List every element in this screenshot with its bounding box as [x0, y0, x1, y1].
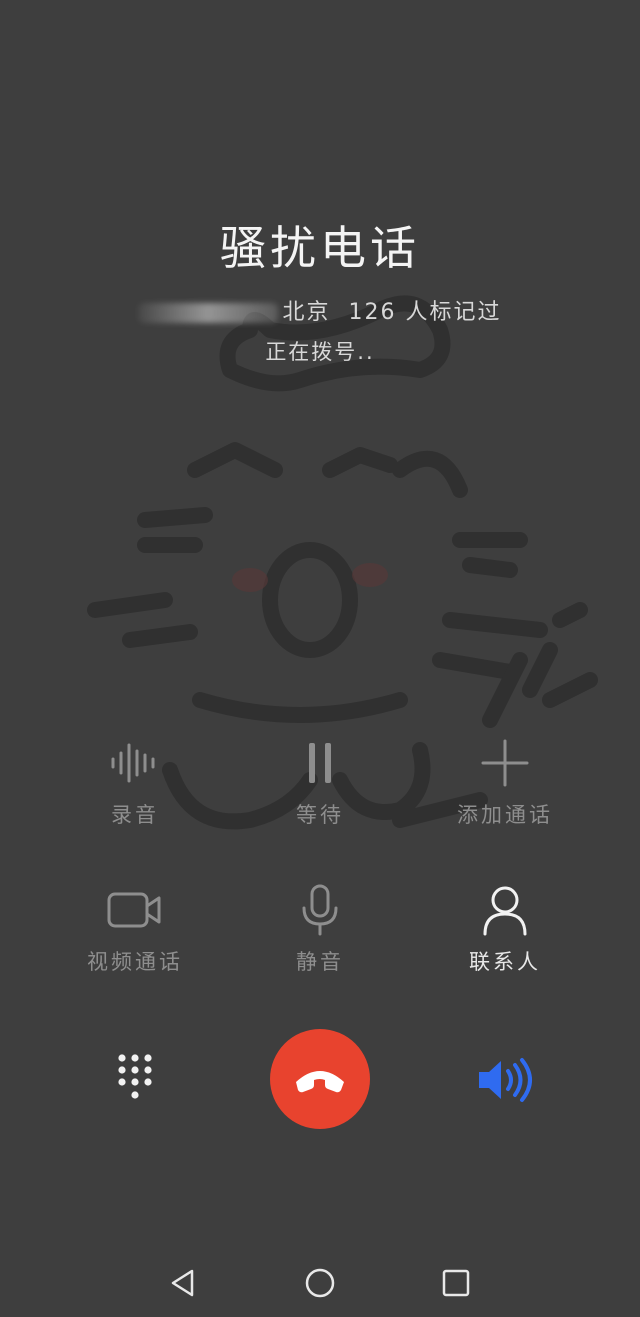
add-call-label: 添加通话 — [457, 803, 553, 827]
dialpad-button[interactable] — [110, 1052, 160, 1104]
plus-icon — [481, 739, 529, 787]
video-call-label: 视频通话 — [87, 950, 183, 974]
record-label: 录音 — [111, 803, 159, 827]
contacts-button[interactable]: 联系人 — [425, 882, 585, 976]
hold-label: 等待 — [296, 803, 344, 827]
caller-location: 北京 — [282, 300, 331, 325]
speaker-icon — [479, 1058, 532, 1102]
microphone-icon — [302, 884, 338, 936]
recents-icon[interactable] — [441, 1268, 471, 1298]
speaker-button[interactable] — [475, 1057, 535, 1103]
pause-icon — [309, 743, 331, 783]
video-camera-icon — [107, 892, 161, 928]
hold-button[interactable]: 等待 — [240, 735, 400, 829]
call-status: 正在拨号.. — [265, 340, 375, 364]
contacts-label: 联系人 — [469, 950, 541, 974]
video-call-button[interactable]: 视频通话 — [55, 882, 215, 976]
mute-button[interactable]: 静音 — [240, 882, 400, 976]
dialpad-icon — [118, 1054, 152, 1099]
add-call-button[interactable]: 添加通话 — [425, 735, 585, 829]
mute-label: 静音 — [296, 950, 344, 974]
person-icon — [483, 886, 527, 936]
end-call-button[interactable] — [270, 1029, 370, 1129]
caller-mark-info: 126 人标记过 — [348, 300, 502, 325]
caller-info: 北京 126 人标记过 — [0, 294, 640, 326]
blurred-phone-number — [138, 303, 279, 323]
waveform-icon — [111, 743, 155, 783]
hang-up-icon — [296, 1071, 344, 1093]
back-icon[interactable] — [168, 1268, 198, 1298]
home-icon[interactable] — [304, 1268, 336, 1300]
record-button[interactable]: 录音 — [55, 735, 215, 829]
system-nav-bar — [0, 1258, 640, 1308]
caller-title: 骚扰电话 — [220, 221, 420, 275]
